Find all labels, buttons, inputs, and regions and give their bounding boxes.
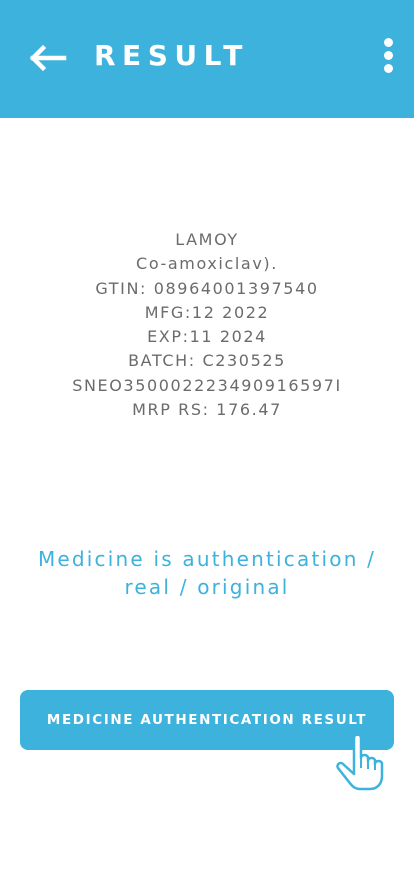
product-generic-name: Co-amoxiclav). [136,254,278,274]
product-mfg-date: MFG:12 2022 [144,302,270,322]
product-batch: BATCH: C230525 [128,351,286,371]
app-header: RESULT [0,0,414,118]
product-gtin: GTIN: 08964001397540 [95,278,319,298]
back-button[interactable] [28,44,68,72]
more-vertical-icon [383,38,393,47]
status-line-1: Medicine is authentication / [37,547,377,571]
more-options-button[interactable] [378,38,398,80]
product-serial: SNEO350002223490916597I [72,375,342,395]
product-details: LAMOY Co-amoxiclav). GTIN: 0896400139754… [0,228,414,422]
product-brand: LAMOY [175,230,239,249]
product-exp-date: EXP:11 2024 [147,327,267,347]
product-mrp: MRP RS: 176.47 [132,400,282,420]
page-title: RESULT [94,39,249,72]
arrow-left-icon [29,44,67,72]
result-screen: RESULT LAMOY Co-amoxiclav). GTIN: 089640… [0,0,414,896]
hand-pointer-icon [336,733,384,791]
authentication-status: Medicine is authentication / real / orig… [20,545,394,601]
status-line-2: real / original [124,575,290,599]
